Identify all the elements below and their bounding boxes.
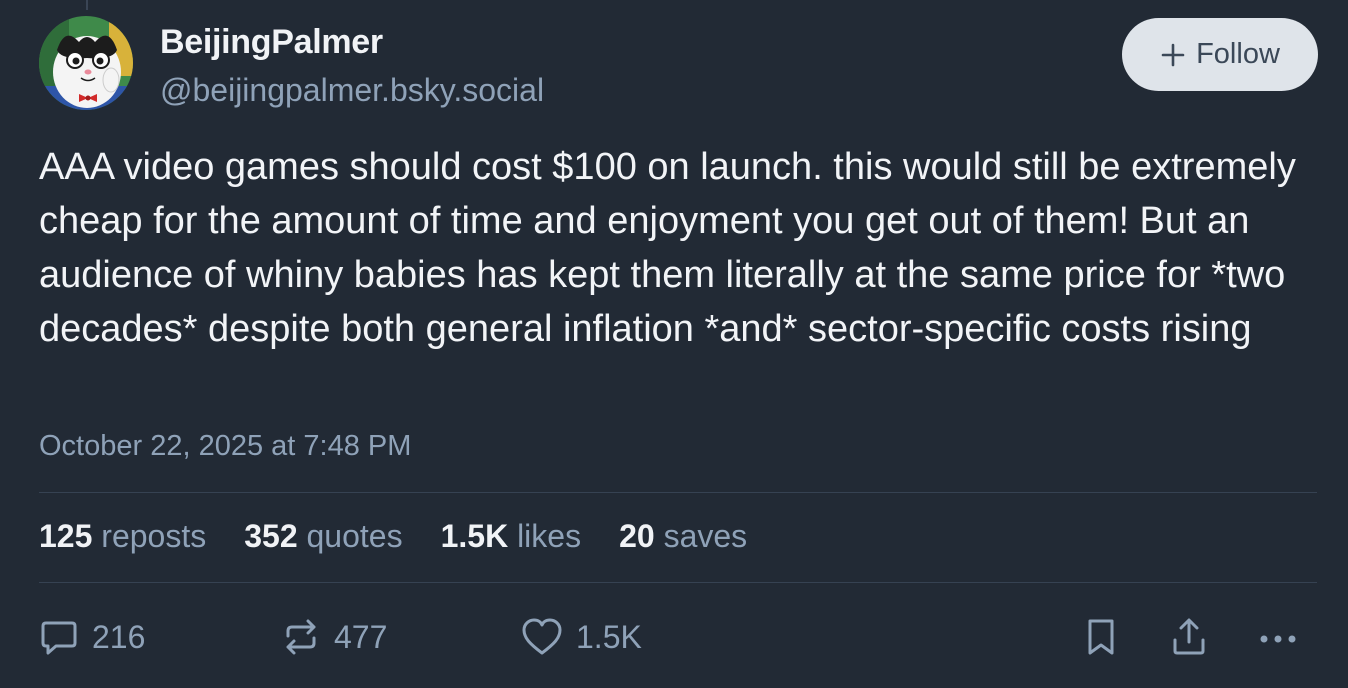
reply-count: 216 bbox=[92, 618, 146, 655]
share-button[interactable] bbox=[1168, 612, 1210, 662]
cat-avatar-image bbox=[39, 16, 133, 110]
heart-icon bbox=[522, 618, 562, 655]
more-icon bbox=[1260, 635, 1296, 643]
stat-saves-label: saves bbox=[663, 518, 748, 554]
reply-button[interactable]: 216 bbox=[38, 612, 145, 662]
repost-count: 477 bbox=[334, 618, 388, 655]
author-display-name[interactable]: BeijingPalmer bbox=[160, 22, 544, 62]
plus-icon bbox=[1161, 43, 1185, 66]
author-handle[interactable]: @beijingpalmer.bsky.social bbox=[160, 70, 544, 110]
like-count: 1.5K bbox=[576, 618, 642, 655]
post-timestamp[interactable]: October 22, 2025 at 7:48 PM bbox=[39, 430, 411, 463]
bookmark-button[interactable] bbox=[1080, 612, 1122, 662]
divider-bottom bbox=[39, 582, 1317, 583]
stat-reposts-label: reposts bbox=[101, 518, 207, 554]
engagement-stats: 125 reposts 352 quotes 1.5K likes 20 sav… bbox=[39, 518, 747, 555]
action-bar: 216 477 1.5K bbox=[0, 612, 1348, 662]
stat-quotes-count: 352 bbox=[244, 518, 298, 554]
repost-button[interactable]: 477 bbox=[280, 612, 387, 662]
bookmark-icon bbox=[1088, 619, 1114, 655]
more-options-button[interactable] bbox=[1256, 612, 1304, 662]
like-button[interactable]: 1.5K bbox=[520, 612, 642, 662]
stat-likes-label: likes bbox=[517, 518, 582, 554]
divider-top bbox=[39, 492, 1317, 493]
share-icon bbox=[1173, 618, 1205, 655]
post-text: AAA video games should cost $100 on laun… bbox=[39, 146, 1296, 350]
stat-likes-count: 1.5K bbox=[440, 518, 509, 554]
stat-reposts-count: 125 bbox=[39, 518, 93, 554]
post-card: BeijingPalmer @beijingpalmer.bsky.social… bbox=[0, 0, 1348, 688]
stat-reposts[interactable]: 125 reposts bbox=[39, 518, 206, 555]
author-block: BeijingPalmer @beijingpalmer.bsky.social bbox=[160, 22, 544, 110]
stat-saves[interactable]: 20 saves bbox=[619, 518, 747, 555]
reply-icon bbox=[41, 621, 77, 655]
stat-saves-count: 20 bbox=[619, 518, 655, 554]
follow-button-label: Follow bbox=[1196, 38, 1280, 70]
stat-quotes[interactable]: 352 quotes bbox=[244, 518, 402, 555]
avatar[interactable] bbox=[39, 16, 133, 110]
stat-quotes-label: quotes bbox=[306, 518, 403, 554]
follow-button[interactable]: Follow bbox=[1122, 18, 1318, 91]
stat-likes[interactable]: 1.5K likes bbox=[441, 518, 582, 555]
repost-icon bbox=[286, 619, 316, 655]
thread-line bbox=[86, 0, 88, 10]
